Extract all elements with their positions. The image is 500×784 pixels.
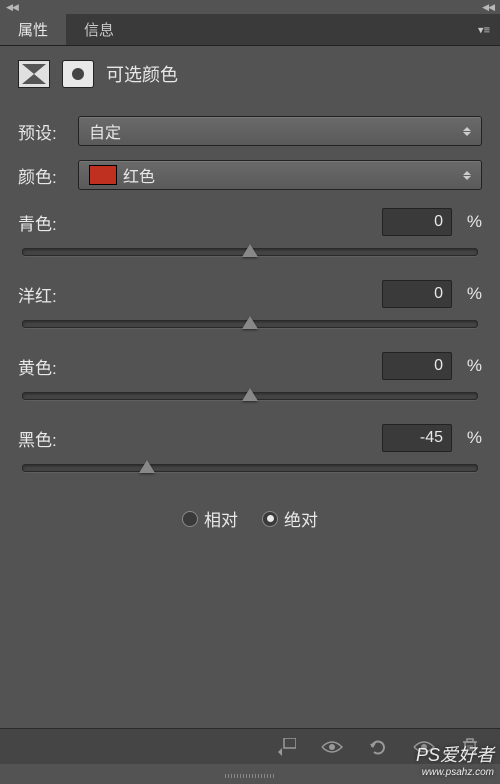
preset-value: 自定 (89, 119, 463, 143)
slider-thumb[interactable] (242, 388, 258, 401)
color-label: 颜色: (18, 163, 68, 188)
panel-body: 可选颜色 预设: 自定 颜色: 红色 青色: % 洋红: (0, 46, 500, 545)
slider-label: 黄色: (18, 354, 382, 379)
slider-value-input[interactable] (382, 424, 452, 452)
chevron-updown-icon (463, 127, 471, 136)
slider-track[interactable] (22, 240, 478, 262)
panel-bottom-bar (0, 728, 500, 764)
radio-icon (262, 511, 278, 527)
slider-unit: % (452, 212, 482, 232)
color-swatch (89, 165, 117, 185)
chevron-updown-icon (463, 171, 471, 180)
adjustment-title: 可选颜色 (106, 61, 178, 87)
method-radios: 相对 绝对 (18, 506, 482, 531)
slider-unit: % (452, 356, 482, 376)
trash-icon[interactable] (458, 736, 482, 758)
slider-track[interactable] (22, 384, 478, 406)
color-value: 红色 (123, 163, 463, 187)
slider-thumb[interactable] (139, 460, 155, 473)
clip-to-layer-icon[interactable] (274, 736, 298, 758)
slider-black: 黑色: % (18, 424, 482, 478)
slider-yellow: 黄色: % (18, 352, 482, 406)
slider-track[interactable] (22, 456, 478, 478)
preset-dropdown[interactable]: 自定 (78, 116, 482, 146)
radio-relative[interactable]: 相对 (182, 506, 238, 531)
panel-menu-icon[interactable]: ▾≡ (478, 23, 490, 36)
preset-label: 预设: (18, 119, 68, 144)
radio-label: 绝对 (284, 506, 318, 531)
radio-icon (182, 511, 198, 527)
slider-thumb[interactable] (242, 316, 258, 329)
slider-value-input[interactable] (382, 352, 452, 380)
slider-value-input[interactable] (382, 208, 452, 236)
slider-magenta: 洋红: % (18, 280, 482, 334)
title-row: 可选颜色 (18, 60, 482, 88)
tab-bar: 属性 信息 ▾≡ (0, 14, 500, 46)
preset-row: 预设: 自定 (18, 116, 482, 146)
adjustment-icon[interactable] (18, 60, 50, 88)
view-previous-icon[interactable] (320, 736, 344, 758)
resize-handle-icon[interactable] (225, 774, 275, 780)
slider-value-input[interactable] (382, 280, 452, 308)
collapse-arrows-icon[interactable]: ◀◀ (6, 2, 18, 13)
color-row: 颜色: 红色 (18, 160, 482, 190)
slider-track[interactable] (22, 312, 478, 334)
panel-topbar: ◀◀ ◀◀ (0, 0, 500, 14)
color-dropdown[interactable]: 红色 (78, 160, 482, 190)
slider-label: 青色: (18, 210, 382, 235)
radio-label: 相对 (204, 506, 238, 531)
slider-unit: % (452, 284, 482, 304)
slider-label: 洋红: (18, 282, 382, 307)
visibility-icon[interactable] (412, 736, 436, 758)
reset-icon[interactable] (366, 736, 390, 758)
tab-properties[interactable]: 属性 (0, 14, 66, 45)
slider-unit: % (452, 428, 482, 448)
slider-label: 黑色: (18, 426, 382, 451)
close-arrows-icon[interactable]: ◀◀ (482, 2, 494, 13)
tab-info[interactable]: 信息 (66, 14, 132, 45)
slider-thumb[interactable] (242, 244, 258, 257)
slider-cyan: 青色: % (18, 208, 482, 262)
mask-icon[interactable] (62, 60, 94, 88)
radio-absolute[interactable]: 绝对 (262, 506, 318, 531)
